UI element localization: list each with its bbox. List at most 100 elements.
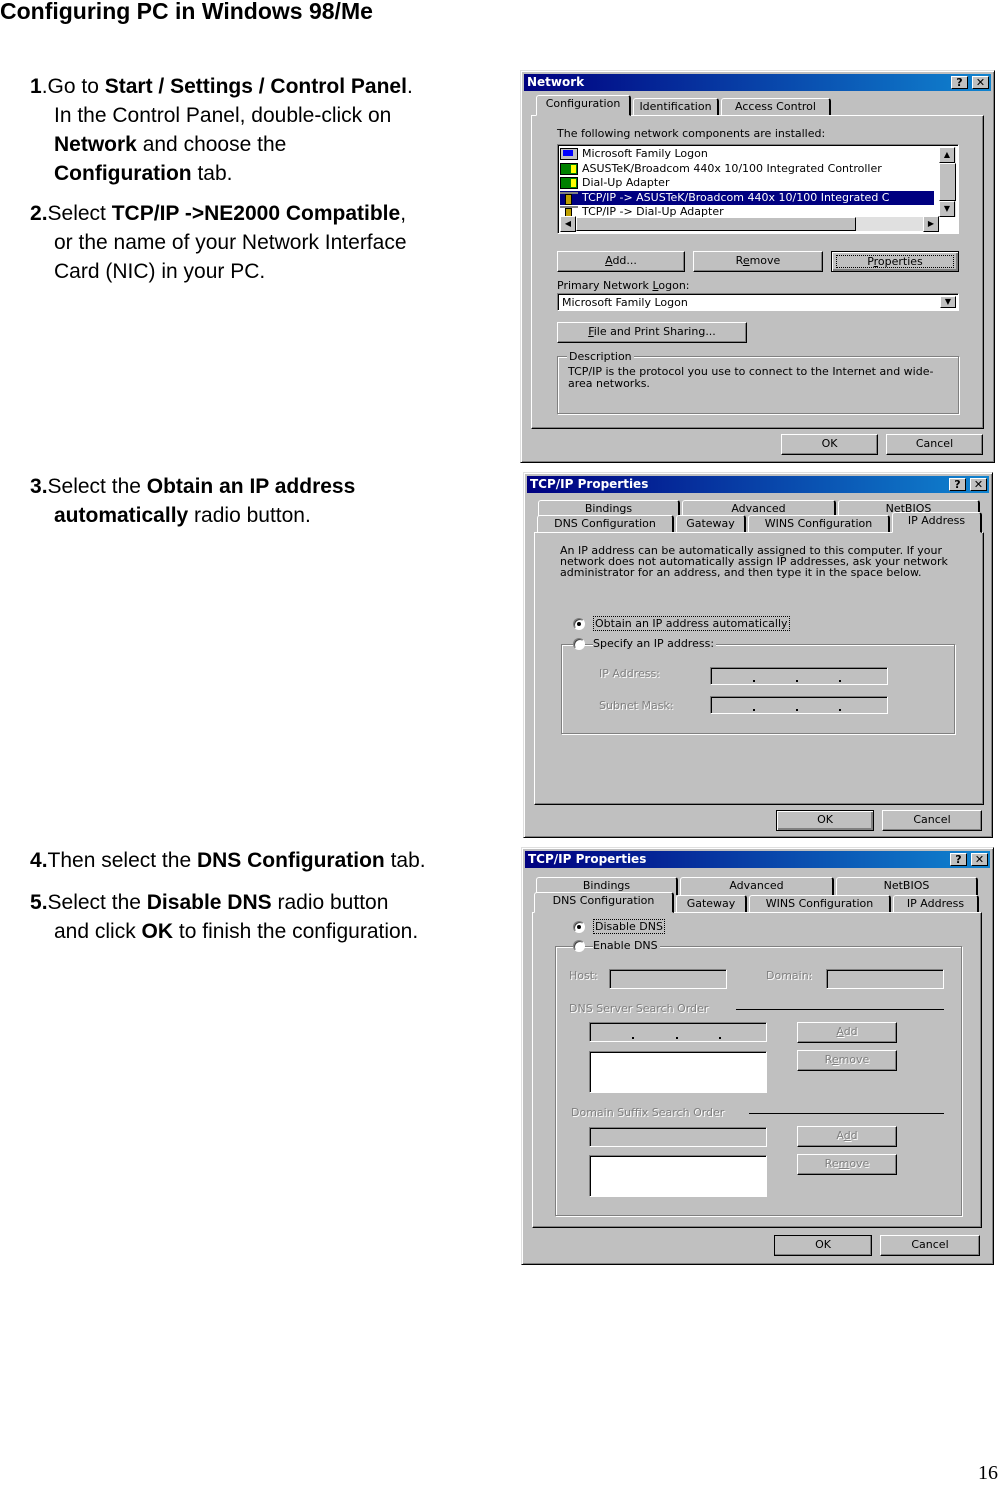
step-number: 2: [30, 202, 42, 225]
step-text: Disable DNS: [146, 891, 272, 914]
instruction-step-5: 5.Select the Disable DNS radio button and…: [30, 888, 500, 946]
tab-gateway[interactable]: Gateway: [676, 515, 746, 533]
tab-access-control[interactable]: Access Control: [721, 98, 831, 116]
ok-button[interactable]: OK: [776, 810, 874, 831]
host-field[interactable]: [609, 969, 727, 989]
list-item-label: Microsoft Family Logon: [582, 147, 708, 160]
step-text: radio button: [271, 891, 389, 914]
list-item-label: ASUSTeK/Broadcom 440x 10/100 Integrated …: [582, 161, 882, 175]
cancel-button[interactable]: Cancel: [882, 810, 982, 831]
primary-logon-select[interactable]: Microsoft Family Logon ▼: [557, 293, 959, 311]
scroll-right-icon[interactable]: ▶: [923, 216, 939, 232]
dns-server-listbox[interactable]: [589, 1051, 767, 1093]
ip-dialog-titlebar: TCP/IP Properties ? ✕: [527, 476, 989, 493]
list-item[interactable]: Microsoft Family Logon: [560, 147, 934, 161]
list-item[interactable]: ASUSTeK/Broadcom 440x 10/100 Integrated …: [560, 162, 934, 176]
enable-dns-radio[interactable]: [573, 940, 585, 952]
step-line: 4.Then select the DNS Configuration tab.: [30, 849, 426, 872]
step-text: TCP/IP ->NE2000 Compatible: [111, 202, 401, 225]
suffix-add-button[interactable]: Add: [797, 1126, 897, 1147]
enable-dns-label[interactable]: Enable DNS: [593, 939, 660, 952]
components-label: The following network components are ins…: [557, 127, 826, 140]
list-item[interactable]: TCP/IP -> ASUSTeK/Broadcom 440x 10/100 I…: [560, 190, 934, 205]
dns-dialog-titlebar: TCP/IP Properties ? ✕: [525, 851, 990, 868]
horizontal-scrollbar[interactable]: ◀ ▶: [560, 216, 939, 232]
description-group: Description TCP/IP is the protocol you u…: [557, 350, 959, 414]
tab-netbios[interactable]: NetBIOS: [836, 877, 978, 895]
dns-add-button[interactable]: Add: [797, 1022, 897, 1043]
domain-field[interactable]: [826, 969, 944, 989]
cancel-button[interactable]: Cancel: [886, 434, 983, 455]
scroll-up-icon[interactable]: ▲: [939, 147, 955, 163]
obtain-auto-label[interactable]: Obtain an IP address automatically: [593, 616, 790, 631]
step-text: Go to: [47, 75, 105, 98]
remove-button[interactable]: Remove: [693, 251, 823, 272]
cancel-button[interactable]: Cancel: [880, 1235, 980, 1256]
instruction-step-2: 2.Select TCP/IP ->NE2000 Compatible, or t…: [30, 199, 500, 286]
step-number: 5: [30, 891, 42, 914]
close-icon[interactable]: ✕: [970, 478, 987, 491]
tab-dns-configuration[interactable]: DNS Configuration: [537, 515, 674, 533]
tab-gateway[interactable]: Gateway: [676, 895, 747, 913]
ok-button[interactable]: OK: [774, 1235, 872, 1256]
help-icon[interactable]: ?: [951, 76, 968, 89]
disable-dns-radio[interactable]: [573, 921, 585, 933]
step-text: Network: [54, 133, 137, 156]
disable-dns-label[interactable]: Disable DNS: [593, 919, 665, 934]
domain-suffix-field[interactable]: [589, 1127, 767, 1147]
step-line: or the name of your Network Interface: [30, 228, 500, 257]
tab-wins-configuration[interactable]: WINS Configuration: [748, 515, 890, 533]
help-icon[interactable]: ?: [950, 853, 967, 866]
step-text: DNS Configuration: [196, 849, 385, 872]
suffix-remove-button[interactable]: Remove: [797, 1154, 897, 1175]
components-listbox[interactable]: Microsoft Family Logon ASUSTeK/Broadcom 4…: [557, 144, 959, 234]
tab-identification[interactable]: Identification: [633, 98, 719, 116]
step-number: 3: [30, 475, 42, 498]
subnet-mask-field[interactable]: [710, 696, 888, 714]
step-text: or the name of your Network Interface: [54, 231, 407, 254]
ip-address-panel: An IP address can be automatically assig…: [534, 532, 984, 805]
obtain-auto-radio[interactable]: [573, 618, 585, 630]
step-text: and click: [54, 920, 142, 943]
instruction-step-3: 3.Select the Obtain an IP address automat…: [30, 472, 500, 530]
close-icon[interactable]: ✕: [972, 76, 989, 89]
domain-suffix-listbox[interactable]: [589, 1155, 767, 1197]
scroll-left-icon[interactable]: ◀: [560, 216, 576, 232]
file-print-sharing-button[interactable]: File and Print Sharing...: [557, 322, 747, 343]
tab-dns-configuration[interactable]: DNS Configuration: [534, 892, 674, 913]
vertical-scrollbar[interactable]: ▲ ▼: [939, 147, 956, 217]
specify-ip-radio[interactable]: [573, 638, 585, 650]
tab-advanced[interactable]: Advanced: [680, 877, 834, 895]
specify-ip-label[interactable]: Specify an IP address:: [593, 637, 717, 650]
dns-remove-button[interactable]: Remove: [797, 1050, 897, 1071]
tab-ip-address[interactable]: IP Address: [893, 895, 979, 913]
hscroll-thumb[interactable]: [576, 217, 856, 231]
properties-button[interactable]: Properties: [831, 251, 959, 272]
step-line: automatically radio button.: [30, 501, 500, 530]
chevron-down-icon[interactable]: ▼: [940, 296, 956, 308]
step-line: 2.Select TCP/IP ->NE2000 Compatible,: [30, 202, 407, 225]
ip-address-field[interactable]: [710, 667, 888, 685]
add-button[interactable]: Add...: [557, 251, 685, 272]
dns-server-ip-field[interactable]: [589, 1022, 767, 1042]
tab-wins-configuration[interactable]: WINS Configuration: [749, 895, 891, 913]
step-text: Start / Settings / Control Panel: [104, 75, 407, 98]
tab-configuration[interactable]: Configuration: [536, 95, 631, 116]
scroll-down-icon[interactable]: ▼: [939, 201, 955, 217]
primary-logon-label: Primary Network Logon:: [557, 279, 690, 292]
page-number: 16: [978, 1462, 998, 1484]
tab-ip-address[interactable]: IP Address: [892, 512, 982, 533]
step-text: .: [406, 75, 413, 98]
close-icon[interactable]: ✕: [971, 853, 988, 866]
instruction-step-4: 4.Then select the DNS Configuration tab.: [30, 846, 500, 875]
host-label: Host:: [569, 969, 598, 982]
step-text: Select: [47, 202, 112, 225]
help-icon[interactable]: ?: [949, 478, 966, 491]
step-text: tab.: [191, 162, 233, 185]
ok-button[interactable]: OK: [781, 434, 878, 455]
dialog-title: TCP/IP Properties: [530, 477, 649, 491]
step-text: Select the: [47, 475, 147, 498]
description-text: TCP/IP is the protocol you use to connec…: [568, 365, 934, 390]
list-item[interactable]: Dial-Up Adapter: [560, 176, 934, 190]
scroll-thumb[interactable]: [939, 163, 956, 201]
